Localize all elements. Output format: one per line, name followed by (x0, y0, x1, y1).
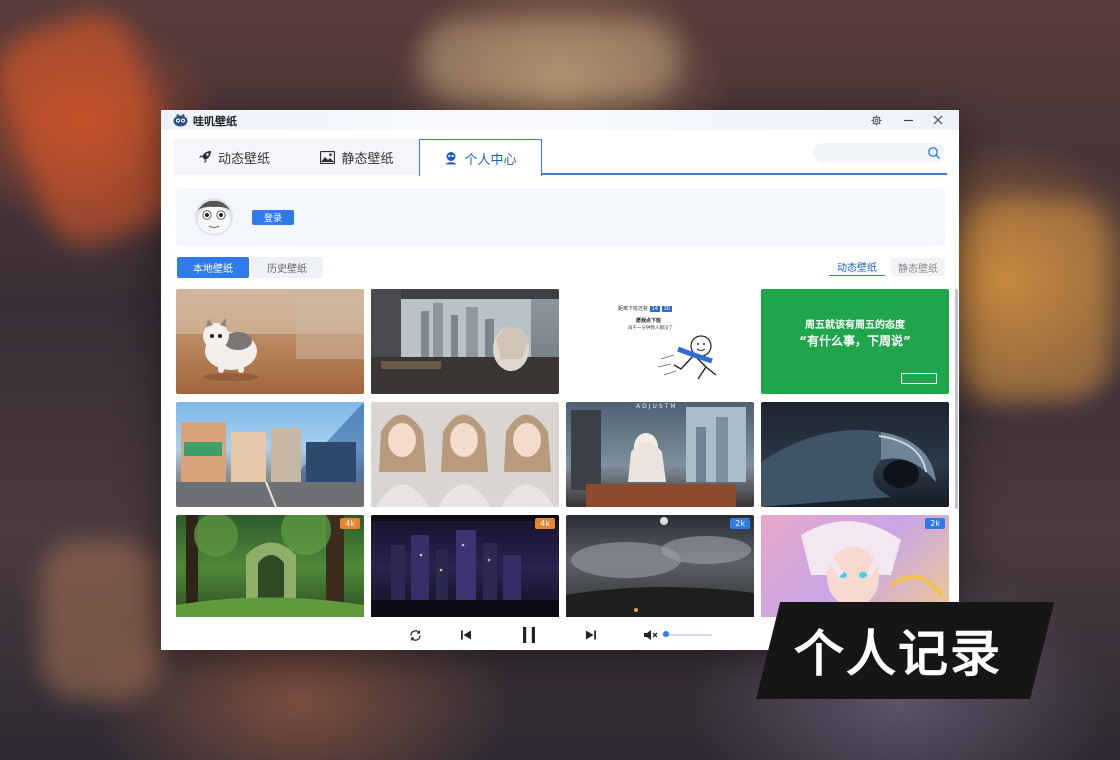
filter-dynamic-wallpaper[interactable]: 动态壁纸 (829, 258, 885, 276)
resolution-badge: 2k (925, 518, 945, 529)
wallpaper-thumb-kitten[interactable] (176, 289, 364, 394)
rocket-icon (198, 151, 211, 163)
image-icon (320, 150, 336, 164)
poster-line-2: “有什么事，下周说” (799, 334, 911, 348)
next-icon (586, 630, 596, 640)
resolution-badge: 4k (535, 518, 555, 529)
gear-icon (870, 114, 882, 126)
wallpaper-thumb-friday-green-poster[interactable]: 周五就该有周五的态度 “有什么事，下周说” (761, 289, 949, 394)
login-button[interactable]: 登录 (252, 210, 294, 225)
volume-slider-handle[interactable] (663, 631, 669, 637)
tab-label: 静态壁纸 (341, 151, 394, 167)
storm-sky-illustration (566, 517, 754, 617)
mute-button[interactable] (642, 627, 658, 643)
subtab-history-wallpaper[interactable]: 历史壁纸 (251, 257, 323, 278)
wallpaper-thumb-night-city[interactable]: 4k (371, 515, 559, 617)
girl-portraits-illustration (376, 414, 554, 507)
previous-icon (461, 630, 471, 640)
app-window: 哇叽壁纸 动态壁纸 静态壁纸 个人中心 登录 本地壁纸 历史壁纸 动态壁纸 静态… (161, 110, 959, 650)
tab-label: 个人中心 (464, 152, 517, 168)
tab-label: 动态壁纸 (217, 151, 270, 167)
search-input[interactable] (813, 143, 945, 163)
poster-line-1: 周五就该有周五的态度 (805, 320, 905, 331)
forest-ruins-illustration (176, 515, 364, 617)
pause-button[interactable] (519, 625, 539, 645)
filter-static-wallpaper[interactable]: 静态壁纸 (891, 258, 945, 276)
running-stickman-illustration (657, 335, 717, 380)
wallpaper-thumb-ocean-wave[interactable] (761, 402, 949, 507)
default-avatar-icon (195, 198, 233, 236)
loop-button[interactable] (407, 627, 423, 643)
avatar[interactable] (195, 198, 233, 236)
app-title: 哇叽壁纸 (193, 115, 237, 128)
user-icon (446, 152, 457, 165)
pause-icon (523, 627, 535, 643)
background-blob (420, 20, 680, 100)
anime-girl-room-illustration (571, 407, 746, 507)
resolution-badge: 2k (730, 518, 750, 529)
ocean-wave-illustration (761, 430, 936, 507)
wallpaper-thumb-anime-room-city[interactable] (371, 289, 559, 394)
background-blob (960, 200, 1110, 400)
next-button[interactable] (583, 627, 599, 643)
title-bar[interactable]: 哇叽壁纸 (161, 110, 959, 130)
minimize-button[interactable] (897, 111, 919, 129)
profile-card: 登录 (176, 188, 945, 246)
kitten-illustration (176, 289, 364, 381)
subtab-local-wallpaper[interactable]: 本地壁纸 (177, 257, 249, 278)
close-button[interactable] (927, 111, 949, 129)
resolution-badge: 4k (340, 518, 360, 529)
close-icon (933, 115, 943, 125)
anime-street-illustration (176, 402, 364, 507)
thumb-caption: ADJUSTM (636, 403, 678, 410)
wallpaper-thumb-anime-street[interactable] (176, 402, 364, 507)
volume-slider[interactable] (662, 634, 712, 636)
wallpaper-thumb-storm-sky[interactable]: 2k (566, 515, 754, 617)
wallpaper-thumb-forest-ruins[interactable]: 4k (176, 515, 364, 617)
previous-button[interactable] (458, 627, 474, 643)
wallpaper-thumb-friday-countdown-comic[interactable]: 距离下班还有 14 30 愿我点下班 再干一分钟我人都没了 (566, 289, 754, 394)
anime-room-illustration (371, 289, 559, 394)
tab-dynamic-wallpaper[interactable]: 动态壁纸 (173, 139, 295, 175)
wallpaper-thumb-girl-portraits[interactable] (371, 402, 559, 507)
tab-personal-center[interactable]: 个人中心 (419, 139, 542, 176)
wallpaper-grid: 距离下班还有 14 30 愿我点下班 再干一分钟我人都没了 周五就该有周五的态度… (176, 289, 950, 617)
caption-text: 个人记录 (794, 625, 1002, 683)
volume-mute-icon (643, 630, 657, 640)
minimize-icon (903, 119, 913, 121)
grid-scrollbar[interactable] (955, 289, 958, 509)
search-icon[interactable] (927, 146, 941, 160)
repeat-icon (409, 629, 421, 641)
exit-sign (901, 373, 937, 384)
settings-button[interactable] (865, 111, 887, 129)
app-logo-icon (173, 113, 188, 127)
tab-static-wallpaper[interactable]: 静态壁纸 (295, 139, 419, 175)
background-blob (40, 540, 160, 700)
night-city-illustration (371, 515, 559, 617)
wallpaper-thumb-anime-girl-room[interactable]: ADJUSTM (566, 402, 754, 507)
